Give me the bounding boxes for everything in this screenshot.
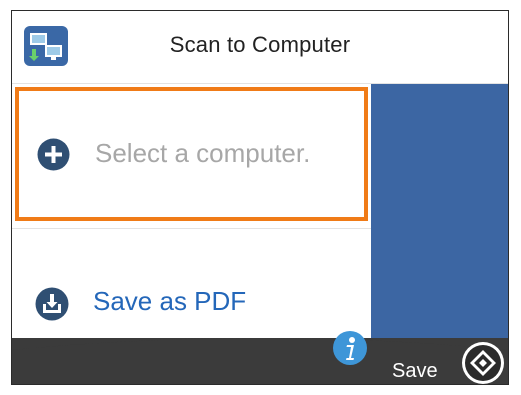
bottom-bar-curve	[12, 338, 508, 350]
info-icon[interactable]	[333, 331, 367, 365]
save-as-pdf-item[interactable]: Save as PDF	[12, 230, 371, 338]
save-as-pdf-label: Save as PDF	[93, 286, 247, 316]
scan-to-computer-screen: Scan to Computer Select a computer. Save…	[11, 10, 509, 385]
select-computer-label: Select a computer.	[95, 138, 311, 168]
side-panel	[371, 84, 508, 338]
list-divider	[12, 228, 371, 229]
save-tray-icon	[35, 287, 69, 321]
start-diamond-icon	[462, 342, 504, 384]
header: Scan to Computer	[12, 11, 508, 84]
option-list: Select a computer. Save as PDF	[12, 84, 371, 338]
page-title: Scan to Computer	[169, 32, 351, 57]
plus-circle-icon	[37, 138, 70, 171]
start-button[interactable]	[461, 341, 505, 384]
save-label: Save	[392, 360, 438, 382]
select-computer-item[interactable]: Select a computer.	[15, 87, 368, 221]
